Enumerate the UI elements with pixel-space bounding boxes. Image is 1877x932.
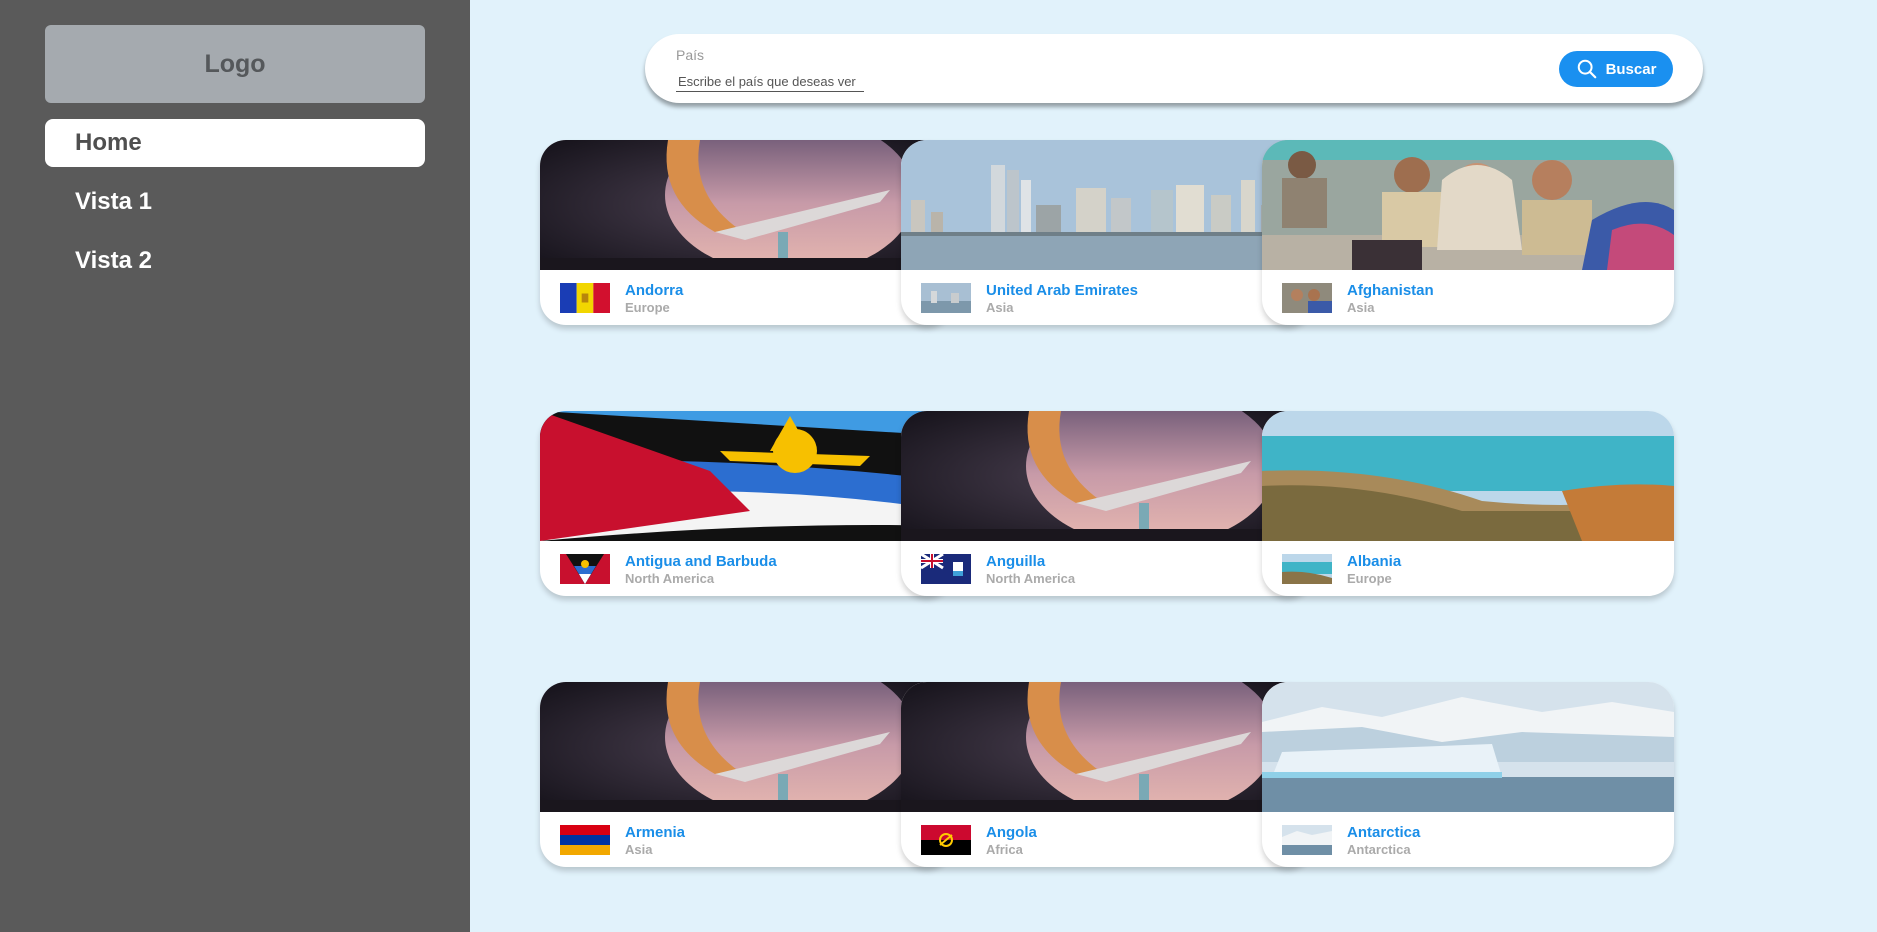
country-name[interactable]: Armenia: [625, 824, 685, 841]
search-bar: País Buscar: [645, 34, 1703, 103]
country-name[interactable]: Andorra: [625, 282, 683, 299]
country-card[interactable]: Afghanistan Asia: [1262, 140, 1674, 325]
sidebar-item-vista-2[interactable]: Vista 2: [45, 237, 425, 285]
country-image: [901, 682, 1313, 812]
country-name[interactable]: Afghanistan: [1347, 282, 1434, 299]
flag-icon: [921, 825, 971, 855]
flag-icon: [921, 283, 971, 313]
country-continent: Asia: [1347, 300, 1375, 315]
sidebar: Logo Home Vista 1 Vista 2: [0, 0, 470, 932]
logo[interactable]: Logo: [45, 25, 425, 103]
country-name[interactable]: Angola: [986, 824, 1037, 841]
country-continent: Africa: [986, 842, 1023, 857]
search-icon: [1577, 59, 1596, 79]
country-card[interactable]: Albania Europe: [1262, 411, 1674, 596]
search-label: País: [676, 47, 705, 63]
search-input[interactable]: [676, 72, 864, 92]
country-name[interactable]: Antarctica: [1347, 824, 1420, 841]
country-image: [1262, 411, 1674, 541]
country-card[interactable]: Angola Africa: [901, 682, 1313, 867]
flag-icon: [1282, 554, 1332, 584]
country-continent: North America: [625, 571, 715, 586]
flag-icon: [560, 554, 610, 584]
main-content: País Buscar: [470, 0, 1877, 932]
country-continent: Europe: [1347, 571, 1392, 586]
country-continent: Asia: [986, 300, 1014, 315]
sidebar-item-vista-1[interactable]: Vista 1: [45, 178, 425, 226]
country-name[interactable]: United Arab Emirates: [986, 282, 1138, 299]
country-continent: Europe: [625, 300, 670, 315]
flag-icon: [560, 825, 610, 855]
country-card[interactable]: Anguilla North America: [901, 411, 1313, 596]
country-image: [1262, 140, 1674, 270]
flag-icon: [1282, 825, 1332, 855]
country-name[interactable]: Anguilla: [986, 553, 1045, 570]
country-name[interactable]: Antigua and Barbuda: [625, 553, 777, 570]
search-button[interactable]: Buscar: [1559, 51, 1673, 87]
country-image: [540, 411, 952, 541]
country-continent: Asia: [625, 842, 653, 857]
country-card[interactable]: Armenia Asia: [540, 682, 952, 867]
country-card[interactable]: United Arab Emirates Asia: [901, 140, 1313, 325]
search-button-label: Buscar: [1605, 60, 1657, 78]
country-image: [540, 682, 952, 812]
country-continent: Antarctica: [1347, 842, 1411, 857]
country-card[interactable]: Andorra Europe: [540, 140, 952, 325]
country-name[interactable]: Albania: [1347, 553, 1401, 570]
country-image: [901, 140, 1313, 270]
flag-icon: [560, 283, 610, 313]
country-image: [901, 411, 1313, 541]
flag-icon: [921, 554, 971, 584]
flag-icon: [1282, 283, 1332, 313]
sidebar-item-home[interactable]: Home: [45, 119, 425, 167]
country-card[interactable]: Antigua and Barbuda North America: [540, 411, 952, 596]
country-image: [540, 140, 952, 270]
country-continent: North America: [986, 571, 1076, 586]
country-card[interactable]: Antarctica Antarctica: [1262, 682, 1674, 867]
country-image: [1262, 682, 1674, 812]
